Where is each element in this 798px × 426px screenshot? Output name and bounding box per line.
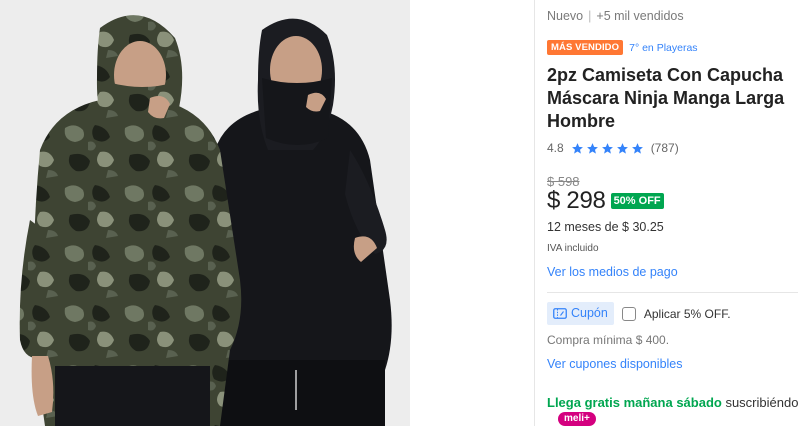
star-icon <box>571 142 583 154</box>
sold-count: +5 mil vendidos <box>596 9 684 23</box>
category-rank-link[interactable]: 7° en Playeras <box>629 42 697 54</box>
star-icon <box>586 142 598 154</box>
apply-coupon-checkbox[interactable] <box>621 306 636 321</box>
product-photo <box>0 0 410 426</box>
coupon-button[interactable]: Cupón <box>547 302 614 325</box>
star-icon <box>631 142 643 154</box>
subscription-text: suscribiéndote a <box>725 395 798 410</box>
review-count: (787) <box>650 141 679 155</box>
current-price: $ 298 <box>547 187 606 214</box>
coupon-row: Cupón Aplicar 5% OFF. <box>547 302 731 325</box>
free-shipping-text: Llega gratis mañana sábado <box>547 395 722 410</box>
bestseller-badge: MÁS VENDIDO <box>547 40 624 55</box>
title-line-2: Máscara Ninja Manga Larga <box>547 88 785 108</box>
product-info-panel: Nuevo | +5 mil vendidos MÁS VENDIDO 7° en … <box>547 0 798 426</box>
meli-plus-badge[interactable]: meli+ <box>558 412 596 426</box>
column-divider <box>534 0 535 426</box>
installments-text: 12 meses de $ 30.25 <box>547 220 664 234</box>
rating-stars <box>571 142 644 155</box>
apply-coupon-label[interactable]: Aplicar 5% OFF. <box>644 307 731 321</box>
discount-badge: 50% OFF <box>610 193 664 209</box>
price-row: $ 298 50% OFF <box>547 187 664 215</box>
rating-row[interactable]: 4.8 (787) <box>547 141 679 155</box>
minimum-purchase: Compra mínima $ 400. <box>547 333 670 347</box>
coupon-icon <box>553 307 567 319</box>
product-title: 2pz Camiseta Con Capucha Máscara Ninja M… <box>547 64 798 133</box>
condition-label: Nuevo <box>547 9 584 23</box>
tax-note: IVA incluido <box>547 243 599 254</box>
title-line-3: Hombre <box>547 111 616 131</box>
rating-value: 4.8 <box>547 141 564 155</box>
condition-separator: | <box>588 9 592 23</box>
bestseller-row: MÁS VENDIDO 7° en Playeras <box>547 40 698 55</box>
payment-methods-link[interactable]: Ver los medios de pago <box>547 265 678 279</box>
condition-sold: Nuevo | +5 mil vendidos <box>547 9 684 23</box>
product-image[interactable] <box>0 0 410 426</box>
coupon-label: Cupón <box>571 306 608 320</box>
available-coupons-link[interactable]: Ver cupones disponibles <box>547 357 683 371</box>
section-divider <box>547 292 798 293</box>
star-icon <box>616 142 628 154</box>
title-line-1: 2pz Camiseta Con Capucha <box>547 65 784 85</box>
star-icon <box>601 142 613 154</box>
shipping-info: Llega gratis mañana sábado suscribiéndot… <box>547 395 798 410</box>
